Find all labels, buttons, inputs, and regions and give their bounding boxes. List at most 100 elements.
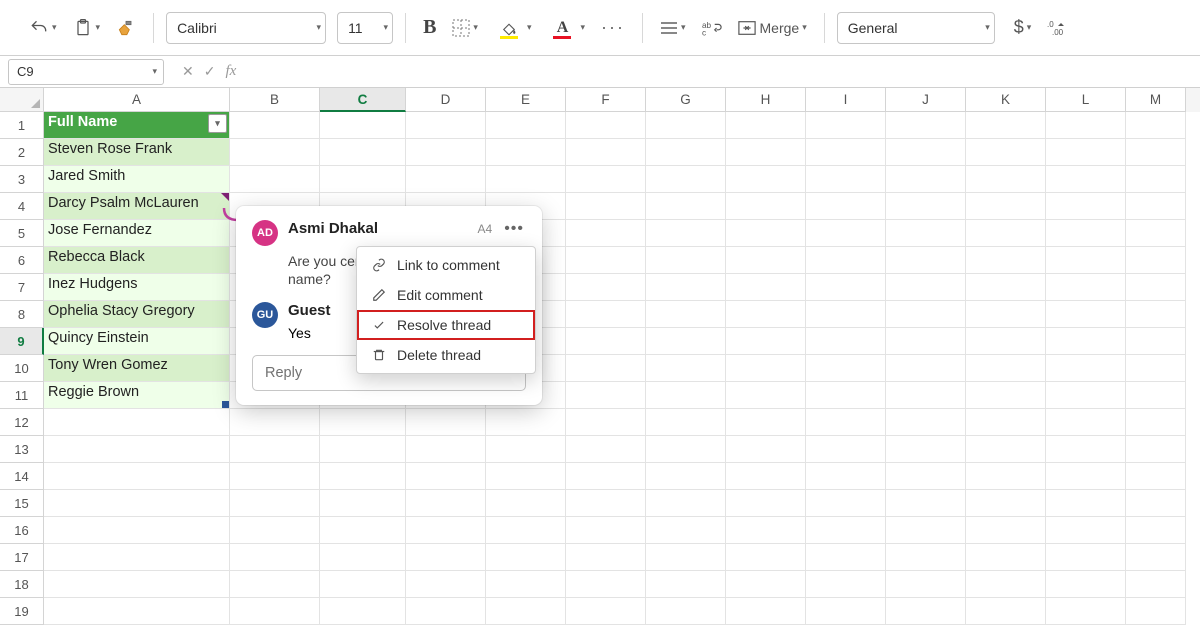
cell[interactable] <box>966 355 1046 382</box>
cell[interactable] <box>566 463 646 490</box>
cell[interactable] <box>806 139 886 166</box>
cell[interactable] <box>406 166 486 193</box>
row-header[interactable]: 10 <box>0 355 44 382</box>
row-header[interactable]: 19 <box>0 598 44 625</box>
cell[interactable] <box>320 598 406 625</box>
font-color-button[interactable]: A ▾ <box>542 11 590 45</box>
cell[interactable] <box>726 463 806 490</box>
cell[interactable] <box>646 220 726 247</box>
paste-button[interactable]: ▾ <box>68 11 106 45</box>
row-header[interactable]: 9 <box>0 328 44 355</box>
row-header[interactable]: 17 <box>0 544 44 571</box>
cell[interactable] <box>726 274 806 301</box>
cell[interactable] <box>1046 463 1126 490</box>
cell[interactable] <box>886 301 966 328</box>
cell[interactable] <box>886 166 966 193</box>
cell[interactable] <box>486 112 566 139</box>
cell[interactable] <box>566 409 646 436</box>
cell[interactable] <box>406 490 486 517</box>
cell[interactable] <box>646 436 726 463</box>
cell[interactable] <box>44 409 230 436</box>
cell[interactable] <box>1046 409 1126 436</box>
borders-button[interactable]: ▾ <box>447 11 483 45</box>
cell[interactable] <box>1126 355 1186 382</box>
cell[interactable] <box>886 463 966 490</box>
row-header[interactable]: 7 <box>0 274 44 301</box>
row-header[interactable]: 4 <box>0 193 44 220</box>
currency-button[interactable]: $▾ <box>1009 11 1037 45</box>
cell[interactable]: Rebecca Black <box>44 247 230 274</box>
cell[interactable] <box>230 409 320 436</box>
cell[interactable]: Jared Smith <box>44 166 230 193</box>
row-header[interactable]: 12 <box>0 409 44 436</box>
cell[interactable] <box>406 139 486 166</box>
cell[interactable] <box>230 598 320 625</box>
row-header[interactable]: 15 <box>0 490 44 517</box>
cell[interactable] <box>966 409 1046 436</box>
cell[interactable]: Jose Fernandez <box>44 220 230 247</box>
cell[interactable] <box>966 301 1046 328</box>
cell[interactable] <box>1126 166 1186 193</box>
cell[interactable] <box>806 166 886 193</box>
comment-more-button[interactable]: ••• <box>502 220 526 238</box>
cell[interactable] <box>646 301 726 328</box>
col-C[interactable]: C <box>320 88 406 112</box>
cell[interactable] <box>44 571 230 598</box>
cell[interactable] <box>886 193 966 220</box>
cell[interactable] <box>406 598 486 625</box>
cell[interactable] <box>230 166 320 193</box>
cell[interactable] <box>1126 193 1186 220</box>
cell[interactable] <box>886 571 966 598</box>
cell[interactable] <box>1126 517 1186 544</box>
undo-button[interactable]: ▾ <box>24 11 62 45</box>
fill-color-button[interactable]: ▾ <box>489 11 537 45</box>
cell[interactable] <box>230 490 320 517</box>
col-F[interactable]: F <box>566 88 646 112</box>
cell[interactable] <box>486 490 566 517</box>
cell[interactable] <box>230 517 320 544</box>
cell[interactable]: Ophelia Stacy Gregory <box>44 301 230 328</box>
cell[interactable] <box>646 112 726 139</box>
cell[interactable] <box>230 436 320 463</box>
cell[interactable] <box>806 355 886 382</box>
cell[interactable] <box>1126 544 1186 571</box>
cell[interactable] <box>886 409 966 436</box>
cell[interactable] <box>320 409 406 436</box>
cell[interactable] <box>44 544 230 571</box>
cell[interactable] <box>486 517 566 544</box>
cell[interactable] <box>646 490 726 517</box>
menu-edit-comment[interactable]: Edit comment <box>357 280 535 310</box>
cell[interactable] <box>406 571 486 598</box>
merge-button[interactable]: Merge ▾ <box>733 11 812 45</box>
format-painter-button[interactable] <box>111 11 141 45</box>
cell[interactable] <box>566 517 646 544</box>
cell[interactable] <box>1126 571 1186 598</box>
cell[interactable] <box>230 544 320 571</box>
row-header[interactable]: 2 <box>0 139 44 166</box>
cell[interactable] <box>486 409 566 436</box>
cell[interactable] <box>1126 463 1186 490</box>
cell[interactable] <box>966 139 1046 166</box>
cell[interactable] <box>566 490 646 517</box>
col-G[interactable]: G <box>646 88 726 112</box>
cell[interactable] <box>966 166 1046 193</box>
cell[interactable] <box>966 490 1046 517</box>
cell[interactable] <box>726 355 806 382</box>
fx-icon[interactable]: fx <box>225 63 236 80</box>
row-header[interactable]: 13 <box>0 436 44 463</box>
cell[interactable] <box>1126 247 1186 274</box>
cell[interactable]: Reggie Brown <box>44 382 230 409</box>
cell[interactable] <box>726 112 806 139</box>
row-header[interactable]: 14 <box>0 463 44 490</box>
cell[interactable] <box>966 571 1046 598</box>
cell[interactable] <box>886 139 966 166</box>
cell[interactable] <box>886 274 966 301</box>
cell[interactable] <box>1126 328 1186 355</box>
col-B[interactable]: B <box>230 88 320 112</box>
cell[interactable]: Steven Rose Frank <box>44 139 230 166</box>
cell[interactable] <box>886 247 966 274</box>
cell[interactable] <box>320 112 406 139</box>
cell[interactable] <box>886 382 966 409</box>
cell[interactable] <box>886 490 966 517</box>
cell[interactable] <box>406 409 486 436</box>
